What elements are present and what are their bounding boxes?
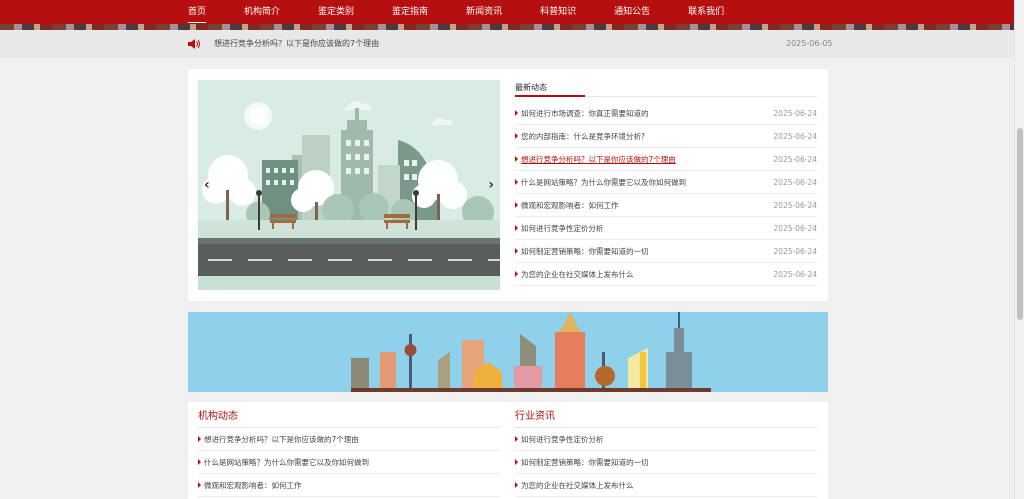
- list-item[interactable]: 如何进行竞争性定价分析 2025-06-24: [515, 217, 817, 240]
- latest-news-title: 最新动态: [515, 83, 547, 92]
- speaker-icon: [188, 39, 200, 49]
- news-columns-panel: 机构动态 想进行竞争分析吗？以下是你应该做的7个理由 什么是网站策略？为什么你需…: [188, 402, 828, 499]
- nav-item-notices[interactable]: 通知公告: [614, 0, 650, 24]
- nav-item-news[interactable]: 新闻资讯: [466, 0, 502, 24]
- page-scrollbar[interactable]: [1014, 0, 1024, 499]
- nav-item-guide[interactable]: 鉴定指南: [392, 0, 428, 24]
- list-item-date: 2025-06-24: [773, 201, 817, 210]
- list-item[interactable]: 微观和宏观影响者：如何工作 2025-06-24: [515, 194, 817, 217]
- nav-item-contact[interactable]: 联系我们: [688, 0, 724, 24]
- list-item[interactable]: 如何进行竞争性定价分析: [515, 428, 817, 451]
- latest-news-title-underline: [515, 95, 585, 97]
- list-item-title: 您的内部指南：什么是竞争环境分析?: [521, 132, 645, 141]
- nav-menu: 首页 机构简介 鉴定类别 鉴定指南 新闻资讯 科普知识 通知公告 联系我们: [188, 0, 762, 24]
- org-news-column: 机构动态 想进行竞争分析吗？以下是你应该做的7个理由 什么是网站策略？为什么你需…: [198, 402, 500, 497]
- nav-item-categories[interactable]: 鉴定类别: [318, 0, 354, 24]
- list-item-title: 为您的企业在社交媒体上发布什么: [521, 270, 634, 279]
- slider-prev-button[interactable]: ‹: [204, 178, 210, 192]
- list-item[interactable]: 什么是网站策略？为什么你需要它以及你如何做到: [198, 451, 500, 474]
- latest-news-list: 如何进行市场调查：你真正需要知道的 2025-06-24 您的内部指南：什么是竞争…: [515, 102, 817, 286]
- list-item[interactable]: 如何进行市场调查：你真正需要知道的 2025-06-24: [515, 102, 817, 125]
- list-item-date: 2025-06-24: [773, 224, 817, 233]
- notice-link[interactable]: 想进行竞争分析吗？以下是你应该做的7个理由: [214, 30, 379, 58]
- list-item-title: 如何进行竞争性定价分析: [521, 224, 604, 233]
- list-item[interactable]: 如何制定营销策略：你需要知道的一切 2025-06-24: [515, 240, 817, 263]
- city-skyline-banner: [188, 312, 828, 392]
- org-news-title: 机构动态: [198, 402, 500, 428]
- list-item-date: 2025-06-24: [773, 178, 817, 187]
- list-item[interactable]: 什么是网站策略？为什么你需要它以及你如何做到 2025-06-24: [515, 171, 817, 194]
- nav-item-about[interactable]: 机构简介: [244, 0, 280, 24]
- notice-date: 2025-06-05: [786, 39, 833, 48]
- list-item-title: 想进行竞争分析吗？以下是你应该做的7个理由: [521, 155, 676, 164]
- list-item-date: 2025-06-24: [773, 247, 817, 256]
- list-item[interactable]: 想进行竞争分析吗？以下是你应该做的7个理由: [198, 428, 500, 451]
- list-item[interactable]: 微观和宏观影响者：如何工作: [198, 474, 500, 497]
- industry-news-title: 行业资讯: [515, 402, 817, 428]
- list-item[interactable]: 为您的企业在社交媒体上发布什么 2025-06-24: [515, 263, 817, 286]
- list-item-title: 微观和宏观影响者：如何工作: [521, 201, 619, 210]
- city-park-illustration: [198, 80, 500, 290]
- list-item-date: 2025-06-24: [773, 270, 817, 279]
- list-item-title: 如何制定营销策略：你需要知道的一切: [521, 247, 649, 256]
- list-item-title: 什么是网站策略？为什么你需要它以及你如何做到: [521, 178, 686, 187]
- list-item-date: 2025-06-24: [773, 109, 817, 118]
- list-item[interactable]: 为您的企业在社交媒体上发布什么: [515, 474, 817, 497]
- industry-news-column: 行业资讯 如何进行竞争性定价分析 如何制定营销策略：你需要知道的一切 为您的企业…: [515, 402, 817, 497]
- image-slider[interactable]: ‹ ›: [198, 80, 500, 290]
- nav-item-science[interactable]: 科普知识: [540, 0, 576, 24]
- list-item[interactable]: 您的内部指南：什么是竞争环境分析? 2025-06-24: [515, 125, 817, 148]
- list-item[interactable]: 想进行竞争分析吗？以下是你应该做的7个理由 2025-06-24: [515, 148, 817, 171]
- skyline-illustration: [188, 312, 828, 392]
- slider-next-button[interactable]: ›: [488, 178, 494, 192]
- nav-item-home[interactable]: 首页: [188, 0, 207, 24]
- featured-panel: ‹ › 最新动态 如何进行市场调查：你真正需要知道的 2025-06-24 您的内…: [188, 69, 828, 301]
- notice-bar: 想进行竞争分析吗？以下是你应该做的7个理由 2025-06-05: [0, 30, 1014, 58]
- top-nav: 首页 机构简介 鉴定类别 鉴定指南 新闻资讯 科普知识 通知公告 联系我们: [0, 0, 1014, 30]
- list-item-date: 2025-06-24: [773, 155, 817, 164]
- list-item[interactable]: 如何制定营销策略：你需要知道的一切: [515, 451, 817, 474]
- list-item-title: 如何进行市场调查：你真正需要知道的: [521, 109, 649, 118]
- list-item-date: 2025-06-24: [773, 132, 817, 141]
- scrollbar-thumb[interactable]: [1017, 128, 1023, 320]
